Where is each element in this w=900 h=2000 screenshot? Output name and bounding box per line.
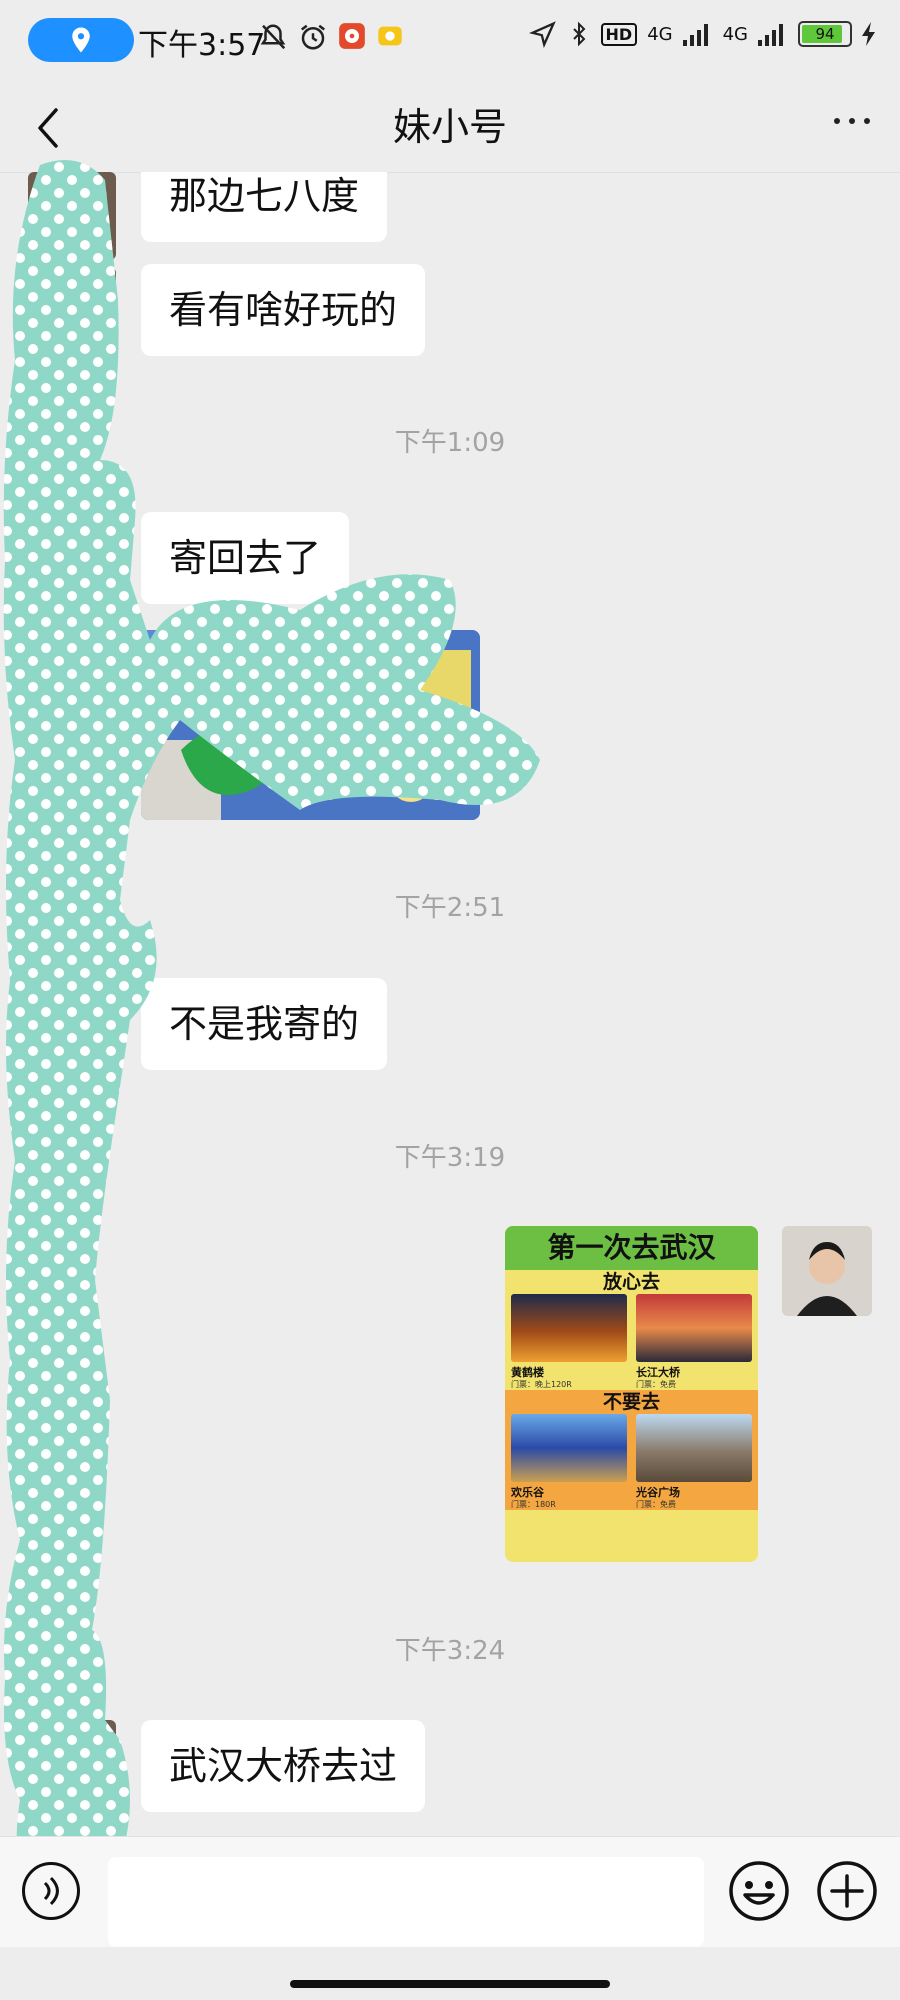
avatar-photo — [782, 1226, 872, 1316]
status-notification-icons — [258, 22, 404, 52]
network-type-2: 4G — [722, 23, 748, 45]
plus-circle-icon — [817, 1861, 877, 1921]
charging-bolt-icon — [862, 22, 875, 46]
signal-strength-icon — [758, 24, 783, 46]
spot-photo — [636, 1414, 752, 1482]
alarm-clock-icon — [301, 24, 325, 50]
spot-ticket: 门票：免费 — [636, 1380, 676, 1389]
message-input[interactable] — [108, 1857, 704, 1947]
voice-wave-icon — [43, 1876, 59, 1906]
spot-photo — [636, 1294, 752, 1362]
signal-strength-icon — [682, 24, 708, 46]
emoji-button[interactable] — [727, 1859, 791, 1927]
location-arrow-icon — [528, 21, 556, 48]
privacy-mask-overlay — [3, 160, 540, 1914]
spot-ticket: 门票：免费 — [636, 1500, 676, 1509]
network-type-1: 4G — [647, 23, 673, 45]
more-functions-button[interactable] — [815, 1859, 879, 1927]
location-indicator[interactable] — [28, 18, 134, 62]
more-options-button[interactable] — [834, 118, 870, 124]
status-system-icons: HD 4G 4G 94 — [528, 20, 876, 48]
home-indicator[interactable] — [290, 1980, 610, 1988]
battery-level: 94 — [815, 25, 835, 43]
spot-name: 长江大桥 — [636, 1366, 680, 1379]
voice-input-button[interactable] — [22, 1862, 80, 1920]
battery-icon: 94 — [798, 21, 852, 47]
hd-voice-badge: HD — [600, 22, 638, 46]
input-bar — [0, 1836, 900, 1947]
chat-title: 妹小号 — [392, 105, 507, 149]
bluetooth-icon — [572, 21, 585, 47]
smiley-icon — [729, 1861, 789, 1921]
app-notification-icon — [378, 26, 402, 46]
bell-muted-icon — [260, 24, 286, 50]
location-pin-icon — [72, 27, 90, 53]
status-bar: 下午3:57 HD 4G 4G 94 — [0, 0, 900, 82]
music-app-icon — [339, 23, 365, 49]
status-time: 下午3:57 — [138, 28, 266, 63]
spot-name: 光谷广场 — [636, 1486, 680, 1499]
my-avatar[interactable] — [782, 1226, 872, 1316]
